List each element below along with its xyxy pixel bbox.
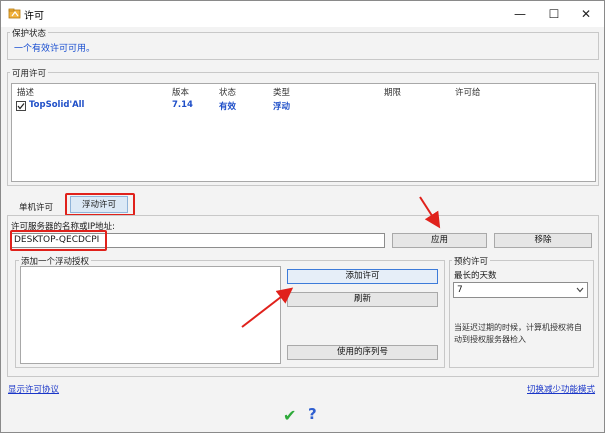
maximize-button[interactable]: ☐ bbox=[539, 4, 569, 24]
column-header[interactable]: 版本 bbox=[172, 86, 189, 98]
protection-group bbox=[7, 32, 599, 60]
help-icon[interactable]: ? bbox=[308, 405, 317, 423]
protection-label: 保护状态 bbox=[10, 27, 49, 39]
max-days-value: 7 bbox=[457, 285, 463, 295]
floating-auth-list[interactable] bbox=[20, 266, 281, 364]
minimize-button[interactable]: — bbox=[505, 4, 535, 24]
max-days-select[interactable]: 7 bbox=[453, 282, 588, 298]
column-header[interactable]: 描述 bbox=[17, 86, 34, 98]
max-days-label: 最长的天数 bbox=[454, 271, 497, 281]
license-window: 许可 — ☐ ✕ 保护状态 一个有效许可可用。 可用许可 描述 版本 状态 类型… bbox=[0, 0, 605, 433]
app-icon bbox=[8, 8, 21, 19]
close-button[interactable]: ✕ bbox=[571, 4, 601, 24]
refresh-button[interactable]: 刷新 bbox=[287, 292, 438, 307]
highlight-box-tab bbox=[65, 193, 135, 216]
reserve-note: 当延迟过期的时候，计算机授权将自动到授权服务器检入 bbox=[454, 323, 582, 344]
apply-button[interactable]: 应用 bbox=[392, 233, 487, 248]
used-serials-button[interactable]: 使用的序列号 bbox=[287, 345, 438, 360]
license-desc: TopSolid'All bbox=[29, 100, 85, 110]
remove-button[interactable]: 移除 bbox=[494, 233, 592, 248]
column-header[interactable]: 状态 bbox=[219, 86, 236, 98]
reduce-mode-link[interactable]: 切换减少功能模式 bbox=[527, 383, 595, 395]
tab-single-license[interactable]: 单机许可 bbox=[9, 201, 63, 215]
license-status: 有效 bbox=[219, 102, 237, 112]
licenses-list[interactable]: 描述 版本 状态 类型 期限 许可给 TopSolid'All 7.14 有效 … bbox=[11, 83, 596, 182]
table-row[interactable]: TopSolid'All 7.14 有效 浮动 bbox=[12, 99, 595, 112]
show-agreement-link[interactable]: 显示许可协议 bbox=[8, 383, 59, 395]
column-header[interactable]: 许可给 bbox=[455, 86, 481, 98]
highlight-box-server bbox=[10, 230, 107, 251]
add-license-button[interactable]: 添加许可 bbox=[287, 269, 438, 284]
reserve-label: 预约许可 bbox=[452, 255, 491, 267]
license-version: 7.14 bbox=[172, 100, 193, 110]
ok-check-icon[interactable]: ✔ bbox=[283, 406, 296, 425]
chevron-down-icon bbox=[576, 287, 584, 293]
licenses-label: 可用许可 bbox=[10, 67, 49, 79]
column-header[interactable]: 类型 bbox=[273, 86, 290, 98]
title-bar: 许可 — ☐ ✕ bbox=[1, 1, 604, 27]
license-type: 浮动 bbox=[273, 102, 291, 112]
protection-status: 一个有效许可可用。 bbox=[14, 44, 96, 54]
window-title: 许可 bbox=[24, 11, 44, 22]
checkbox-checked-icon[interactable] bbox=[16, 101, 26, 111]
column-header[interactable]: 期限 bbox=[384, 86, 401, 98]
